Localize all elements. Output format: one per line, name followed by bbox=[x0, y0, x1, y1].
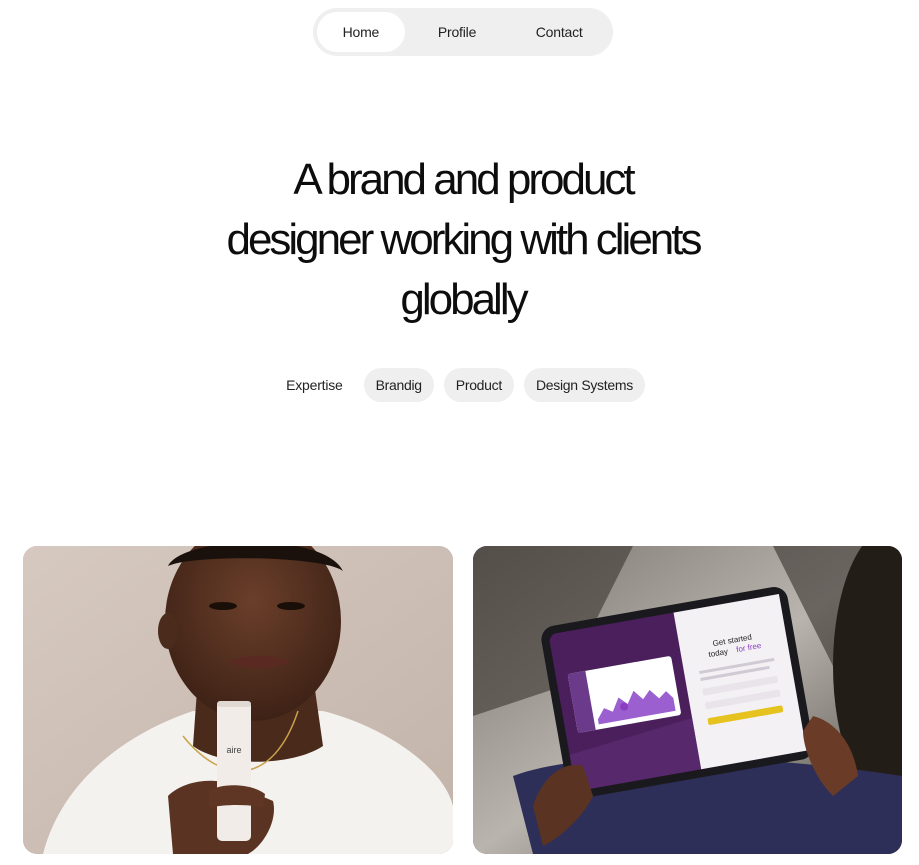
nav-profile[interactable]: Profile bbox=[405, 12, 510, 52]
project-card-app[interactable]: Get started today for free bbox=[473, 546, 902, 854]
expertise-label: Expertise bbox=[286, 377, 343, 393]
hero-line-1: A brand and product bbox=[293, 155, 635, 204]
main-nav: Home Profile Contact bbox=[313, 8, 613, 56]
project-card-aire[interactable]: aire bbox=[23, 546, 453, 854]
tag-branding[interactable]: Brandig bbox=[363, 368, 434, 402]
expertise-row: Expertise Brandig Product Design Systems bbox=[0, 368, 919, 402]
hero-heading: A brand and product designer working wit… bbox=[180, 150, 746, 330]
hero-line-3: globally bbox=[400, 275, 528, 324]
portrait-image: aire bbox=[23, 546, 453, 854]
nav-contact[interactable]: Contact bbox=[509, 12, 609, 52]
tag-product[interactable]: Product bbox=[443, 368, 514, 402]
product-label: aire bbox=[226, 745, 241, 755]
tag-design-systems[interactable]: Design Systems bbox=[523, 368, 645, 402]
tablet-image: Get started today for free bbox=[473, 546, 902, 854]
hero-line-2: designer working with clients bbox=[226, 215, 702, 264]
nav-home[interactable]: Home bbox=[317, 12, 405, 52]
